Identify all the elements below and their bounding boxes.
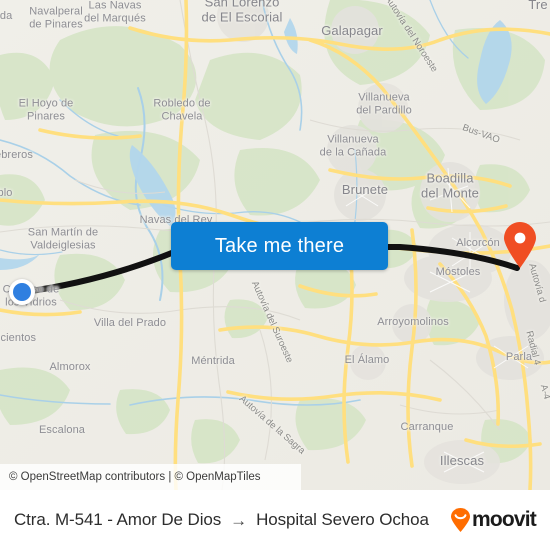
route-summary: Ctra. M-541 - Amor De Dios → Hospital Se… — [14, 510, 450, 530]
destination-pin-marker[interactable] — [502, 222, 538, 268]
attribution-text: © OpenStreetMap contributors | © OpenMap… — [9, 471, 261, 483]
origin-dot-marker[interactable] — [9, 279, 35, 305]
map-view[interactable]: Navalperal de Pinares Las Navas del Marqu… — [0, 0, 550, 490]
moovit-trip-screenshot: Navalperal de Pinares Las Navas del Marqu… — [0, 0, 550, 550]
trip-footer: Ctra. M-541 - Amor De Dios → Hospital Se… — [0, 490, 550, 550]
arrow-right-icon: → — [230, 510, 248, 530]
moovit-logo[interactable]: moovit — [450, 508, 537, 532]
origin-dot-icon — [13, 283, 31, 301]
destination-name: Hospital Severo Ochoa — [256, 510, 429, 529]
take-me-there-button[interactable]: Take me there — [171, 222, 388, 270]
map-pin-icon — [504, 222, 536, 268]
map-attribution[interactable]: © OpenStreetMap contributors | © OpenMap… — [0, 464, 301, 490]
moovit-pin-icon — [450, 508, 470, 532]
origin-name: Ctra. M-541 - Amor De Dios — [14, 510, 222, 529]
moovit-wordmark: moovit — [471, 508, 537, 531]
